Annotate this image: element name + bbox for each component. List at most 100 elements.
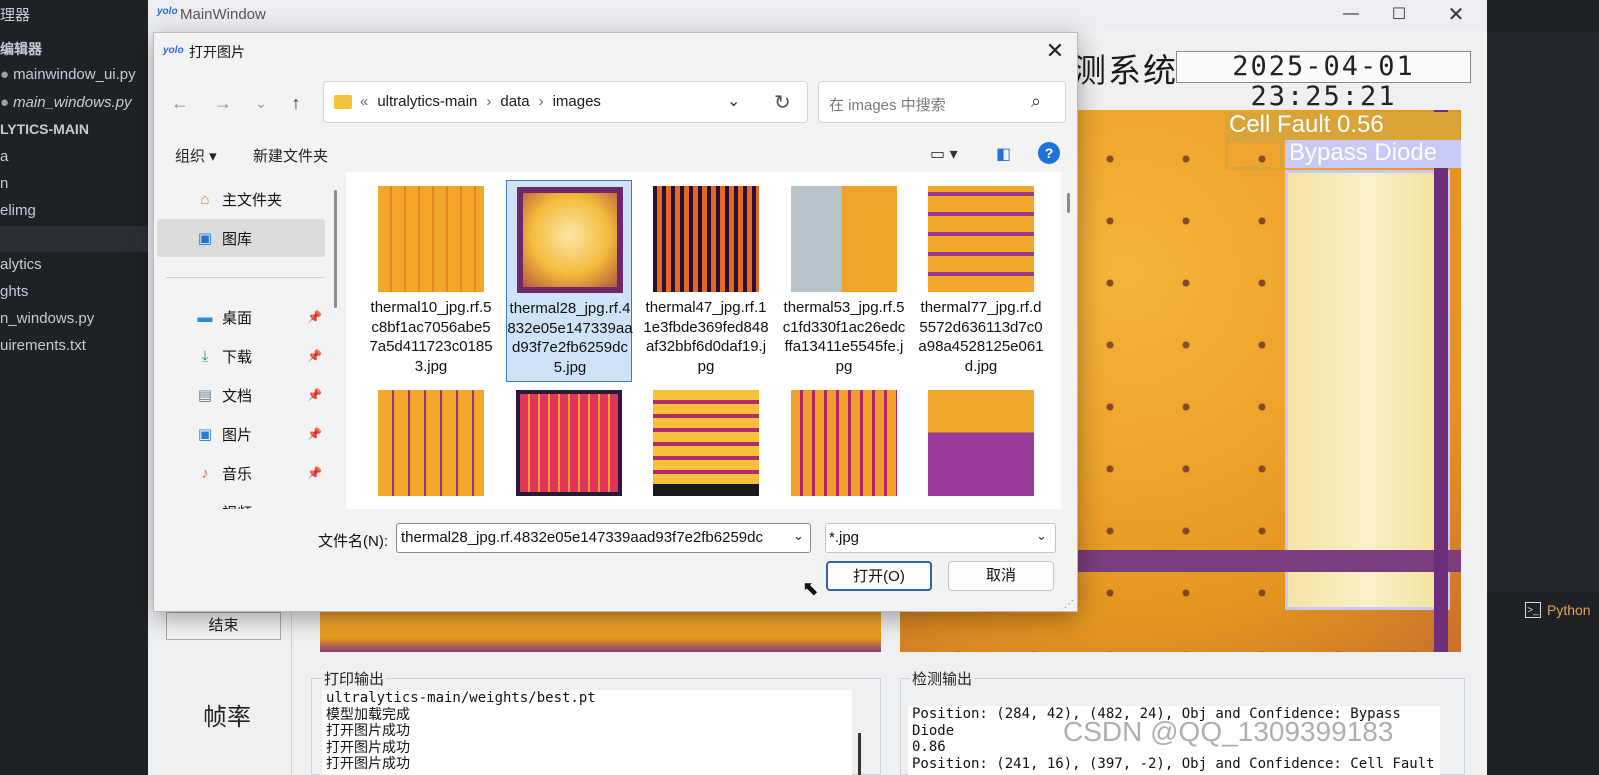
pin-icon[interactable]: 📌 (307, 349, 322, 363)
back-arrow-icon[interactable]: ← (167, 90, 193, 116)
chevron-right-icon: › (486, 93, 492, 110)
help-icon[interactable]: ? (1038, 142, 1060, 164)
maximize-button[interactable]: ☐ (1376, 2, 1422, 26)
file-tile[interactable]: thermal47_jpg.rf.11e3fbde369fed848af32bb… (643, 180, 769, 382)
file-name: thermal53_jpg.rf.5c1fd330f1ac26edcffa134… (782, 299, 906, 375)
fps-label: 帧率 (203, 704, 251, 731)
recent-locations-chevron-icon[interactable]: ⌄ (248, 90, 274, 116)
file-tile[interactable]: thermal28_jpg.rf.4832e05e147339aad93f7e2… (506, 180, 633, 382)
bypass-diode-region (1285, 170, 1450, 610)
console-line: Position: (241, 16), (397, -2), Obj and … (912, 755, 1435, 772)
vscode-explorer: 理器 编辑器 ● mainwindow_ui.py ● main_windows.p… (0, 0, 148, 775)
new-folder-button[interactable]: 新建文件夹 (253, 145, 328, 166)
cancel-button[interactable]: 取消 (948, 561, 1054, 591)
nav-item-documents[interactable]: ▤ 文档 📌 (157, 376, 325, 414)
folder-icon (334, 95, 352, 109)
chevron-right-icon: › (538, 93, 544, 110)
breadcrumb-item[interactable]: images (553, 93, 601, 110)
view-mode-icon[interactable]: ▭ ▾ (930, 144, 958, 164)
file-tile[interactable] (643, 384, 769, 509)
pin-icon[interactable]: 📌 (307, 310, 322, 324)
preview-pane-icon[interactable]: ◧ (996, 144, 1011, 164)
file-thumbnail (517, 187, 623, 293)
file-thumbnail (791, 390, 897, 496)
console-line: ultralytics-main/weights/best.pt (326, 690, 596, 706)
organize-menu[interactable]: 组织 ▾ (175, 145, 217, 166)
detection-label-bypass-diode: Bypass Diode (1285, 140, 1461, 168)
search-placeholder: 在 images 中搜索 (829, 97, 946, 114)
search-input[interactable]: 在 images 中搜索 ⌕ (818, 81, 1066, 123)
tree-item[interactable]: uirements.txt (0, 337, 86, 354)
breadcrumb: « ultralytics-main › data › images (360, 93, 601, 110)
filename-input[interactable]: thermal28_jpg.rf.4832e05e147339aad93f7e2… (396, 523, 811, 553)
pin-icon[interactable]: 📌 (307, 466, 322, 480)
overflow-icon[interactable]: « (360, 93, 368, 110)
breadcrumb-item[interactable]: data (500, 93, 529, 110)
open-editor-item[interactable]: ● mainwindow_ui.py (0, 66, 136, 83)
chevron-down-icon[interactable]: ⌄ (727, 91, 740, 111)
editor-band (1487, 32, 1599, 592)
file-tile[interactable]: thermal10_jpg.rf.5c8bf1ac7056abe57a5d411… (368, 180, 494, 382)
open-button[interactable]: 打开(O) (826, 561, 932, 591)
close-button[interactable]: ✕ (1433, 2, 1479, 26)
filetype-select[interactable]: *.jpg ⌄ (825, 523, 1056, 553)
nav-item-home[interactable]: ⌂ 主文件夹 (157, 180, 325, 218)
search-icon[interactable]: ⌕ (1031, 91, 1041, 112)
open-editors-header[interactable]: 编辑器 (0, 39, 42, 59)
tree-item[interactable]: elimg (0, 202, 36, 219)
nav-scrollbar[interactable] (334, 190, 337, 308)
minimize-button[interactable]: — (1328, 2, 1374, 26)
refresh-icon[interactable]: ↻ (774, 90, 791, 115)
nav-item-downloads[interactable]: ⤓ 下载 📌 (157, 337, 325, 375)
watermark: CSDN @QQ_1309399183 (1063, 716, 1394, 747)
forward-arrow-icon[interactable]: → (210, 90, 236, 116)
dialog-titlebar: yolo 打开图片 ✕ (154, 33, 1077, 69)
dialog-title: 打开图片 (189, 44, 245, 60)
desktop-icon: ▬ (197, 308, 213, 326)
file-name: thermal28_jpg.rf.4832e05e147339aad93f7e2… (507, 300, 633, 376)
pin-icon[interactable]: 📌 (307, 427, 322, 441)
music-icon: ♪ (201, 464, 209, 482)
tree-item[interactable]: alytics (0, 256, 42, 273)
end-button[interactable]: 结束 (166, 612, 281, 640)
file-thumbnail (653, 186, 759, 292)
resize-grip-icon[interactable]: ⋰ (1064, 599, 1074, 610)
detect-output-title: 检测输出 (910, 668, 975, 689)
terminal-tab-python[interactable]: >_ Python (1525, 602, 1591, 618)
gallery-icon: ▣ (197, 230, 213, 247)
nav-item-video[interactable]: ▬视频 (157, 493, 325, 510)
tree-item[interactable]: a (0, 148, 8, 165)
tree-item[interactable]: n (0, 175, 8, 192)
file-thumbnail (378, 390, 484, 496)
console-scrollbar[interactable] (858, 733, 861, 775)
print-output-console[interactable]: ultralytics-main/weights/best.pt 模型加载完成 打开… (322, 690, 852, 775)
nav-item-desktop[interactable]: ▬ 桌面 📌 (157, 298, 325, 336)
file-thumbnail (653, 390, 759, 496)
address-bar[interactable]: « ultralytics-main › data › images ⌄ ↻ (323, 81, 808, 123)
pin-icon[interactable]: 📌 (307, 388, 322, 402)
project-header[interactable]: LYTICS-MAIN (0, 121, 89, 137)
breadcrumb-item[interactable]: ultralytics-main (377, 93, 477, 110)
file-tile[interactable] (506, 384, 632, 509)
system-title: 测系统 (1073, 52, 1178, 89)
file-tile[interactable] (918, 384, 1044, 509)
tree-item-selected[interactable] (0, 226, 148, 252)
nav-item-music[interactable]: ♪ 音乐 📌 (157, 454, 325, 492)
file-thumbnail (378, 186, 484, 292)
nav-item-pictures[interactable]: ▣ 图片 📌 (157, 415, 325, 453)
open-editor-item[interactable]: ● main_windows.py (0, 94, 131, 111)
tree-item[interactable]: ghts (0, 283, 28, 300)
file-name: thermal47_jpg.rf.11e3fbde369fed848af32bb… (643, 299, 769, 375)
dialog-close-button[interactable]: ✕ (1039, 37, 1071, 65)
yolo-logo-icon: yolo (157, 6, 178, 17)
up-arrow-icon[interactable]: ↑ (283, 90, 309, 116)
file-tile[interactable] (368, 384, 494, 509)
chevron-down-icon[interactable]: ⌄ (1036, 528, 1047, 544)
nav-item-gallery[interactable]: ▣ 图库 (157, 219, 325, 257)
explorer-title: 理器 (0, 7, 31, 24)
files-scrollbar[interactable] (1067, 193, 1070, 213)
file-tile[interactable]: thermal77_jpg.rf.d5572d636113d7c0a98a452… (918, 180, 1044, 382)
file-tile[interactable]: thermal53_jpg.rf.5c1fd330f1ac26edcffa134… (781, 180, 907, 382)
file-tile[interactable] (781, 384, 907, 509)
tree-item[interactable]: n_windows.py (0, 310, 94, 327)
